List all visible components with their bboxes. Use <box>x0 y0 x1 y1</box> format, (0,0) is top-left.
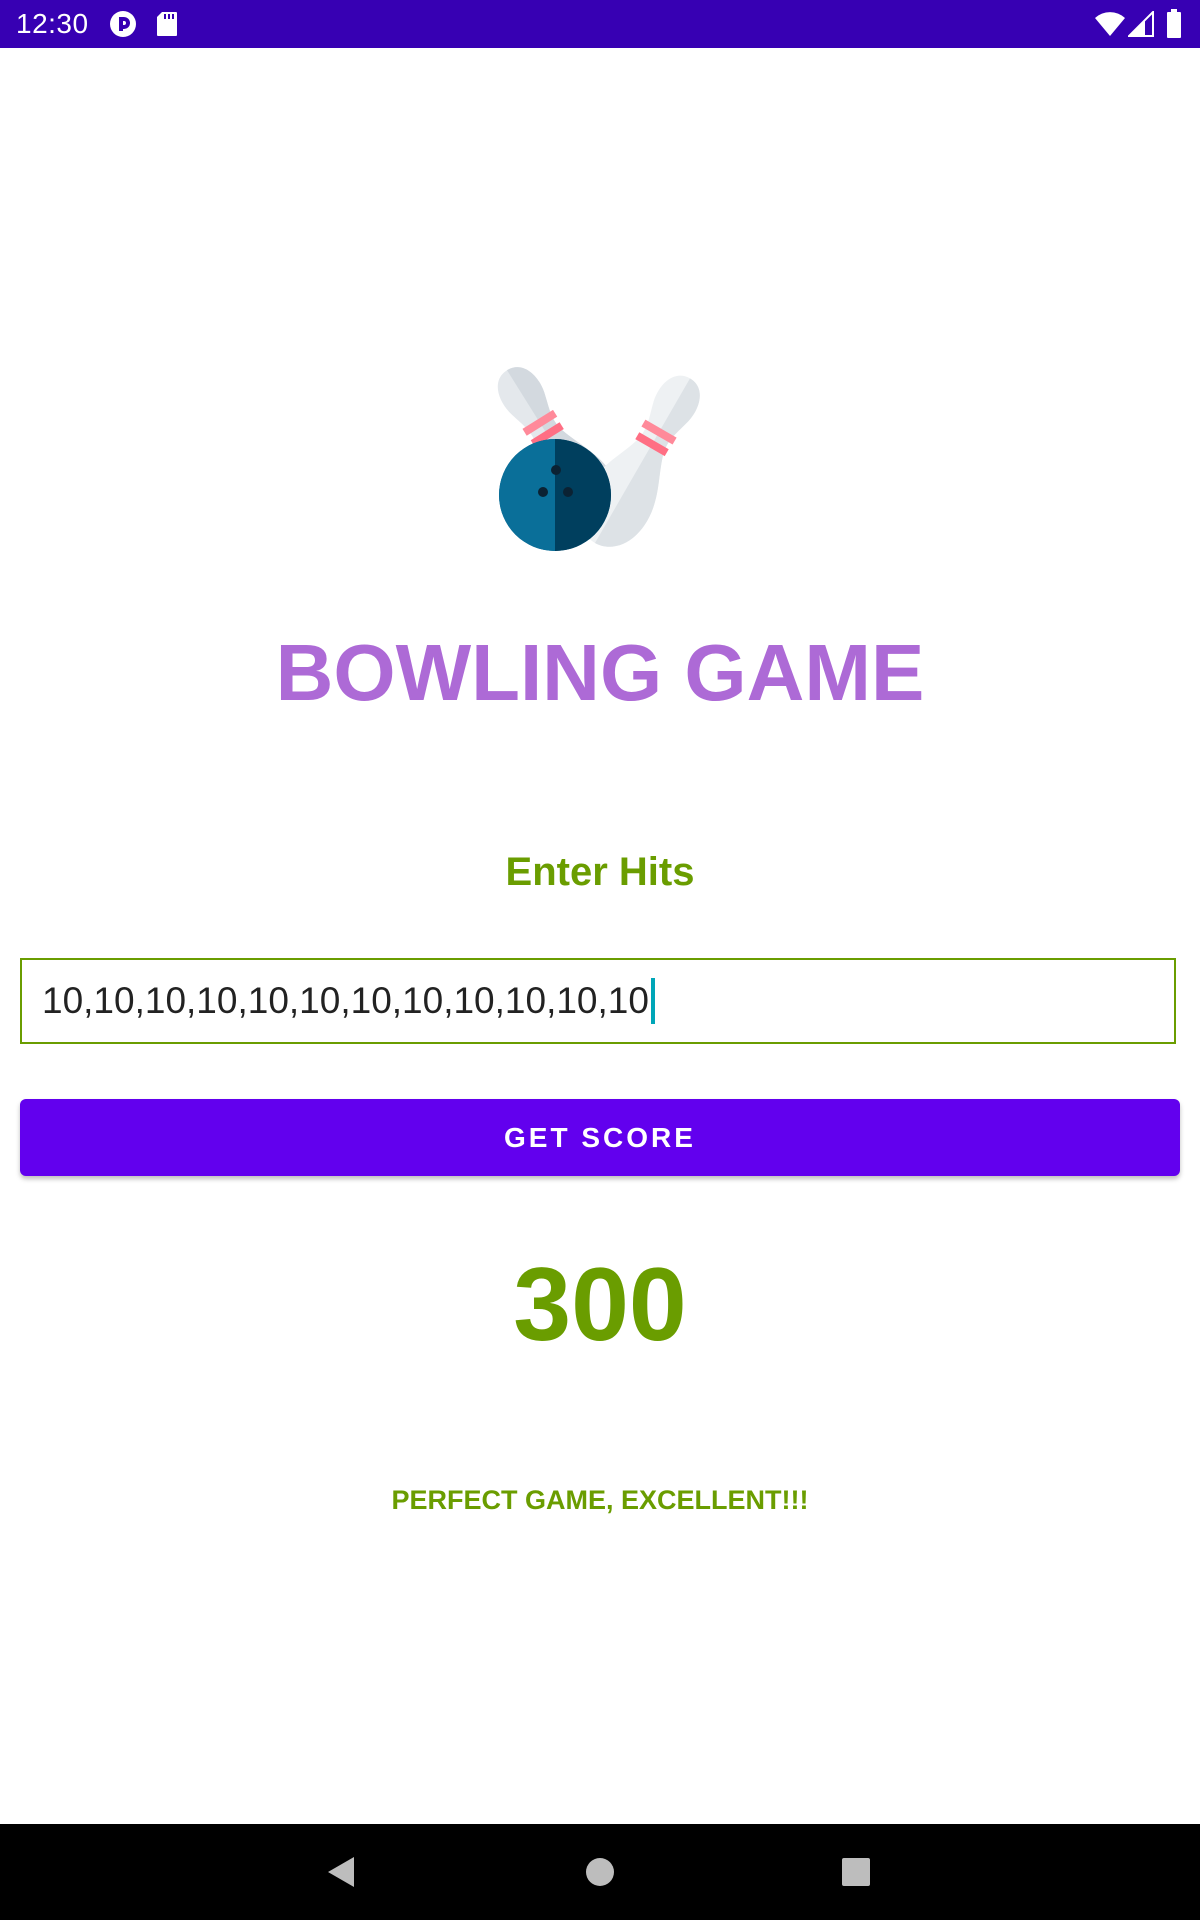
navigation-bar <box>0 1824 1200 1920</box>
pocket-casts-icon <box>109 10 137 43</box>
get-score-button[interactable]: GET SCORE <box>20 1099 1180 1176</box>
signal-icon <box>1126 9 1154 42</box>
result-message: PERFECT GAME, EXCELLENT!!! <box>391 1485 809 1515</box>
sd-card-icon <box>156 11 178 42</box>
app-title: BOWLING GAME <box>275 628 925 717</box>
status-bar: 12:30 <box>0 0 1200 48</box>
score-value: 300 <box>513 1247 687 1363</box>
bowling-pins-ball-icon <box>490 345 710 555</box>
home-icon[interactable] <box>576 1848 624 1896</box>
back-icon[interactable] <box>318 1848 366 1896</box>
recents-icon[interactable] <box>832 1848 880 1896</box>
bowling-app-screen: 12:30 BOWLING GAME Enter Hits 10,10,10,1… <box>0 0 1200 1920</box>
enter-hits-label: Enter Hits <box>505 850 695 894</box>
battery-icon <box>1166 9 1182 44</box>
hits-input[interactable]: 10,10,10,10,10,10,10,10,10,10,10,10 <box>20 958 1176 1044</box>
text-caret <box>650 978 655 1024</box>
hits-input-value: 10,10,10,10,10,10,10,10,10,10,10,10 <box>42 980 649 1021</box>
status-time: 12:30 <box>16 8 89 39</box>
wifi-icon <box>1094 11 1126 42</box>
